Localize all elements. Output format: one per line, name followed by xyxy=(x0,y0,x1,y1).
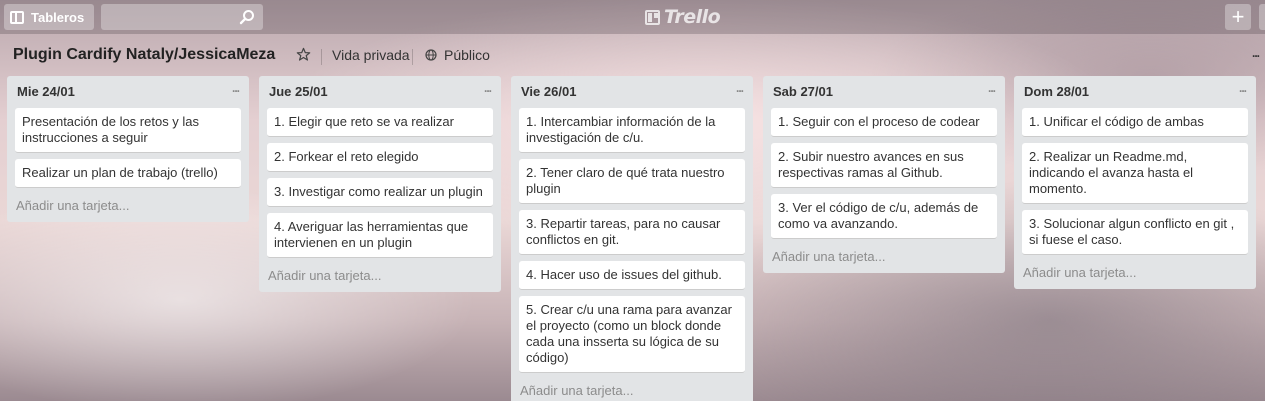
list-header[interactable]: Dom 28/01 ... xyxy=(1014,76,1256,106)
list-title: Jue 25/01 xyxy=(269,84,328,99)
list-header[interactable]: Jue 25/01 ... xyxy=(259,76,501,106)
add-card-button[interactable]: Añadir una tarjeta... xyxy=(7,194,249,222)
board-title[interactable]: Plugin Cardify Nataly/JessicaMeza xyxy=(13,46,275,64)
top-header: Tableros Trello + xyxy=(0,0,1265,34)
card[interactable]: 2. Realizar un Readme.md, indicando el a… xyxy=(1022,143,1248,204)
list-menu-button[interactable]: ... xyxy=(1239,81,1247,95)
list-dom: Dom 28/01 ... 1. Unificar el código de a… xyxy=(1014,76,1256,289)
list-menu-button[interactable]: ... xyxy=(484,81,492,95)
card[interactable]: 3. Investigar como realizar un plugin xyxy=(267,178,493,207)
card[interactable]: 4. Averiguar las herramientas que interv… xyxy=(267,213,493,258)
visibility-button[interactable]: Público xyxy=(444,47,490,63)
privacy-button[interactable]: Vida privada xyxy=(332,47,410,63)
list-title: Mie 24/01 xyxy=(17,84,75,99)
logo-text: Trello xyxy=(664,6,721,28)
list-vie: Vie 26/01 ... 1. Intercambiar informació… xyxy=(511,76,753,401)
list-menu-button[interactable]: ... xyxy=(988,81,996,95)
card[interactable]: 4. Hacer uso de issues del github. xyxy=(519,261,745,290)
list-menu-button[interactable]: ... xyxy=(232,81,240,95)
star-icon[interactable] xyxy=(296,47,311,62)
card[interactable]: 2. Tener claro de qué trata nuestro plug… xyxy=(519,159,745,204)
list-title: Vie 26/01 xyxy=(521,84,577,99)
card[interactable]: Realizar un plan de trabajo (trello) xyxy=(15,159,241,188)
list-header[interactable]: Vie 26/01 ... xyxy=(511,76,753,106)
trello-logo-icon xyxy=(645,9,660,25)
list-header[interactable]: Mie 24/01 ... xyxy=(7,76,249,106)
card[interactable]: 1. Intercambiar información de la invest… xyxy=(519,108,745,153)
card[interactable]: 3. Solucionar algun conflicto en git , s… xyxy=(1022,210,1248,255)
card[interactable]: 2. Forkear el reto elegido xyxy=(267,143,493,172)
list-title: Dom 28/01 xyxy=(1024,84,1090,99)
card[interactable]: 2. Subir nuestro avances en sus respecti… xyxy=(771,143,997,188)
divider xyxy=(321,49,322,65)
globe-icon xyxy=(425,49,437,61)
board-menu-button[interactable]: ... xyxy=(1252,46,1260,60)
card[interactable]: 1. Unificar el código de ambas xyxy=(1022,108,1248,137)
notifications-button[interactable] xyxy=(1259,4,1265,30)
list-sab: Sab 27/01 ... 1. Seguir con el proceso d… xyxy=(763,76,1005,273)
boards-label: Tableros xyxy=(31,9,85,25)
boards-button[interactable]: Tableros xyxy=(4,4,94,30)
trello-logo[interactable]: Trello xyxy=(645,5,721,29)
divider xyxy=(412,49,413,65)
add-card-button[interactable]: Añadir una tarjeta... xyxy=(763,245,1005,273)
card[interactable]: 3. Repartir tareas, para no causar confl… xyxy=(519,210,745,255)
card[interactable]: 1. Seguir con el proceso de codear xyxy=(771,108,997,137)
card[interactable]: 5. Crear c/u una rama para avanzar el pr… xyxy=(519,296,745,373)
add-button[interactable]: + xyxy=(1225,4,1251,30)
card[interactable]: 3. Ver el código de c/u, además de como … xyxy=(771,194,997,239)
list-header[interactable]: Sab 27/01 ... xyxy=(763,76,1005,106)
boards-icon xyxy=(10,10,24,24)
card[interactable]: 1. Elegir que reto se va realizar xyxy=(267,108,493,137)
board-header: Plugin Cardify Nataly/JessicaMeza Vida p… xyxy=(0,40,1265,70)
list-menu-button[interactable]: ... xyxy=(736,81,744,95)
card[interactable]: Presentación de los retos y las instrucc… xyxy=(15,108,241,153)
list-mie: Mie 24/01 ... Presentación de los retos … xyxy=(7,76,249,222)
search-icon[interactable] xyxy=(239,9,255,25)
add-card-button[interactable]: Añadir una tarjeta... xyxy=(1014,261,1256,289)
search-input[interactable] xyxy=(101,4,263,30)
add-card-button[interactable]: Añadir una tarjeta... xyxy=(511,379,753,401)
list-title: Sab 27/01 xyxy=(773,84,833,99)
add-card-button[interactable]: Añadir una tarjeta... xyxy=(259,264,501,292)
list-jue: Jue 25/01 ... 1. Elegir que reto se va r… xyxy=(259,76,501,292)
